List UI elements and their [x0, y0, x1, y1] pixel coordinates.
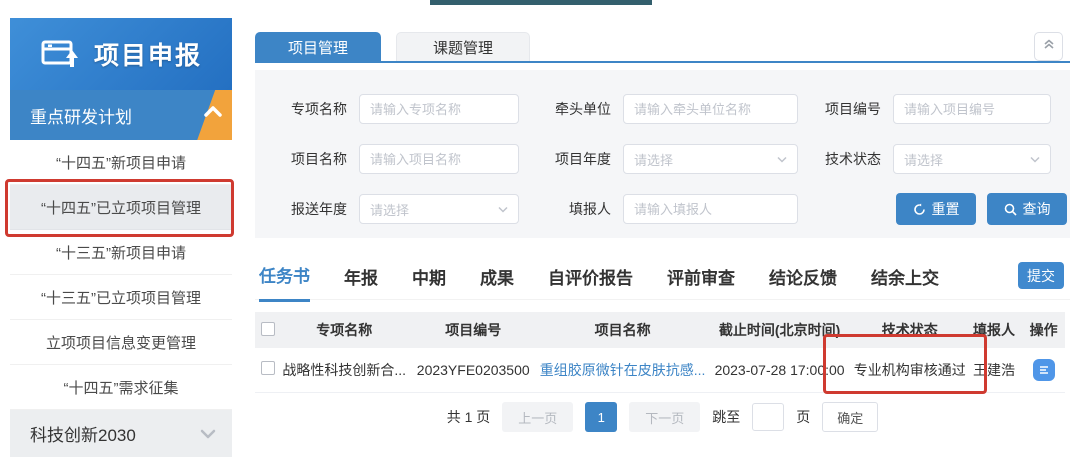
sidebar-item-info-change-mgmt[interactable]: 立项项目信息变更管理 — [10, 320, 232, 365]
refresh-icon — [913, 203, 926, 216]
sidebar-item-label: “十四五”需求征集 — [64, 377, 179, 398]
current-page-button[interactable]: 1 — [585, 402, 617, 432]
app-logo: 项目申报 — [10, 18, 232, 90]
project-year-select[interactable]: 请选择 — [623, 144, 798, 174]
collapse-panel-button[interactable] — [1034, 32, 1063, 61]
field-label: 技术状态 — [819, 149, 881, 169]
confirm-jump-button[interactable]: 确定 — [822, 402, 878, 432]
table-row: 战略性科技创新合... 2023YFE0203500 重组胶原微针在皮肤抗感..… — [255, 348, 1065, 392]
query-label: 查询 — [1023, 199, 1051, 219]
jump-page-input[interactable] — [752, 403, 784, 431]
sidebar-item-label: “十四五”已立项项目管理 — [41, 197, 201, 218]
subtab-midterm[interactable]: 中期 — [412, 254, 446, 301]
chevron-down-icon — [498, 206, 508, 213]
sidebar-item-145-new-project[interactable]: “十四五”新项目申请 — [10, 140, 232, 185]
cell-special-name: 战略性科技创新合... — [282, 348, 407, 392]
table-header-row: 专项名称 项目编号 项目名称 截止时间(北京时间) 技术状态 填报人 操作 — [255, 312, 1065, 348]
sidebar-group-tech-innovation-2030[interactable]: 科技创新2030 — [10, 410, 232, 457]
operation-document-icon[interactable] — [1033, 359, 1055, 381]
sidebar-section-key-rd-program[interactable]: 重点研发计划 — [10, 90, 232, 140]
col-operation: 操作 — [1022, 312, 1065, 348]
lead-unit-input[interactable] — [623, 94, 798, 124]
app-title: 项目申报 — [94, 36, 202, 72]
sidebar-section-label: 重点研发计划 — [30, 103, 132, 128]
project-name-input[interactable] — [359, 144, 519, 174]
tech-status-select[interactable]: 请选择 — [893, 144, 1051, 174]
tab-label: 项目管理 — [288, 37, 348, 58]
pagination: 共 1 页 上一页 1 下一页 跳至 页 确定 — [255, 402, 1070, 432]
reset-button[interactable]: 重置 — [896, 193, 976, 225]
sidebar-item-label: “十三五”新项目申请 — [56, 242, 186, 263]
main-content: 项目管理 课题管理 专项名称 牵头单位 项目编号 — [255, 0, 1070, 457]
prev-page-button[interactable]: 上一页 — [502, 402, 573, 432]
col-special-name: 专项名称 — [282, 312, 407, 348]
field-label: 项目编号 — [819, 99, 881, 119]
cell-deadline: 2023-07-28 17:00:00 — [705, 348, 853, 392]
sidebar-item-145-approved-project-mgmt[interactable]: “十四五”已立项项目管理 — [10, 185, 232, 230]
col-reporter: 填报人 — [966, 312, 1023, 348]
reporter-input[interactable] — [623, 194, 798, 224]
app-logo-icon — [40, 33, 82, 76]
reset-label: 重置 — [932, 199, 960, 219]
project-name-link[interactable]: 重组胶原微针在皮肤抗感... — [540, 362, 706, 378]
row-checkbox[interactable] — [261, 361, 275, 375]
section-wedge — [172, 90, 232, 140]
field-label: 专项名称 — [285, 99, 347, 119]
subtab-self-evaluation-report[interactable]: 自评价报告 — [548, 254, 633, 301]
total-pages-label: 共 1 页 — [447, 407, 491, 427]
col-deadline: 截止时间(北京时间) — [705, 312, 853, 348]
chevron-down-icon[interactable] — [200, 424, 216, 444]
sidebar-group-label: 科技创新2030 — [30, 421, 136, 446]
cell-project-code: 2023YFE0203500 — [407, 348, 540, 392]
subtab-pre-review[interactable]: 评前审查 — [667, 254, 735, 301]
chevron-down-icon — [1030, 156, 1040, 163]
submit-button[interactable]: 提交 — [1018, 262, 1064, 289]
page-unit-label: 页 — [796, 407, 810, 427]
chevron-up-icon[interactable] — [203, 104, 223, 123]
subtab-task-book[interactable]: 任务书 — [259, 252, 310, 302]
tab-underline — [255, 61, 1070, 63]
special-name-input[interactable] — [359, 94, 519, 124]
field-label: 报送年度 — [285, 199, 347, 219]
projects-table: 专项名称 项目编号 项目名称 截止时间(北京时间) 技术状态 填报人 操作 战略… — [255, 312, 1065, 393]
field-label: 填报人 — [549, 199, 611, 219]
sidebar-item-145-demand-collection[interactable]: “十四五”需求征集 — [10, 365, 232, 410]
report-year-select[interactable]: 请选择 — [359, 194, 519, 224]
sidebar-item-label: “十四五”新项目申请 — [56, 152, 186, 173]
select-placeholder: 请选择 — [634, 150, 673, 169]
cell-reporter: 王建浩 — [966, 348, 1023, 392]
sidebar: 项目申报 重点研发计划 “十四五”新项目申请 “十四五”已立项项目管理 “十三五… — [10, 18, 232, 457]
cell-tech-status: 专业机构审核通过 — [854, 348, 966, 392]
sidebar-item-135-new-project[interactable]: “十三五”新项目申请 — [10, 230, 232, 275]
subtab-conclusion-feedback[interactable]: 结论反馈 — [769, 254, 837, 301]
sidebar-item-label: 立项项目信息变更管理 — [46, 332, 196, 353]
chevron-down-icon — [777, 156, 787, 163]
field-label: 牵头单位 — [549, 99, 611, 119]
query-button[interactable]: 查询 — [987, 193, 1067, 225]
subtabs-bar: 任务书 年报 中期 成果 自评价报告 评前审查 结论反馈 结余上交 — [255, 255, 1070, 300]
tab-label: 课题管理 — [433, 37, 493, 58]
col-tech-status: 技术状态 — [854, 312, 966, 348]
field-label: 项目名称 — [285, 149, 347, 169]
sidebar-item-label: “十三五”已立项项目管理 — [41, 287, 201, 308]
col-project-name: 项目名称 — [540, 312, 706, 348]
double-chevron-up-icon — [1042, 37, 1056, 56]
filter-panel: 专项名称 牵头单位 项目编号 项目名称 项目年度 请选择 — [255, 70, 1070, 238]
field-label: 项目年度 — [549, 149, 611, 169]
tab-project-management[interactable]: 项目管理 — [255, 32, 381, 62]
col-project-code: 项目编号 — [407, 312, 540, 348]
project-code-input[interactable] — [893, 94, 1051, 124]
subtab-results[interactable]: 成果 — [480, 254, 514, 301]
search-icon — [1004, 203, 1017, 216]
subtab-annual-report[interactable]: 年报 — [344, 254, 378, 301]
tab-topic-management[interactable]: 课题管理 — [396, 32, 530, 62]
select-placeholder: 请选择 — [370, 200, 409, 219]
select-placeholder: 请选择 — [904, 150, 943, 169]
subtab-surplus-submission[interactable]: 结余上交 — [871, 254, 939, 301]
sidebar-item-135-approved-project-mgmt[interactable]: “十三五”已立项项目管理 — [10, 275, 232, 320]
next-page-button[interactable]: 下一页 — [629, 402, 700, 432]
jump-to-label: 跳至 — [712, 407, 740, 427]
select-all-checkbox[interactable] — [261, 322, 275, 336]
